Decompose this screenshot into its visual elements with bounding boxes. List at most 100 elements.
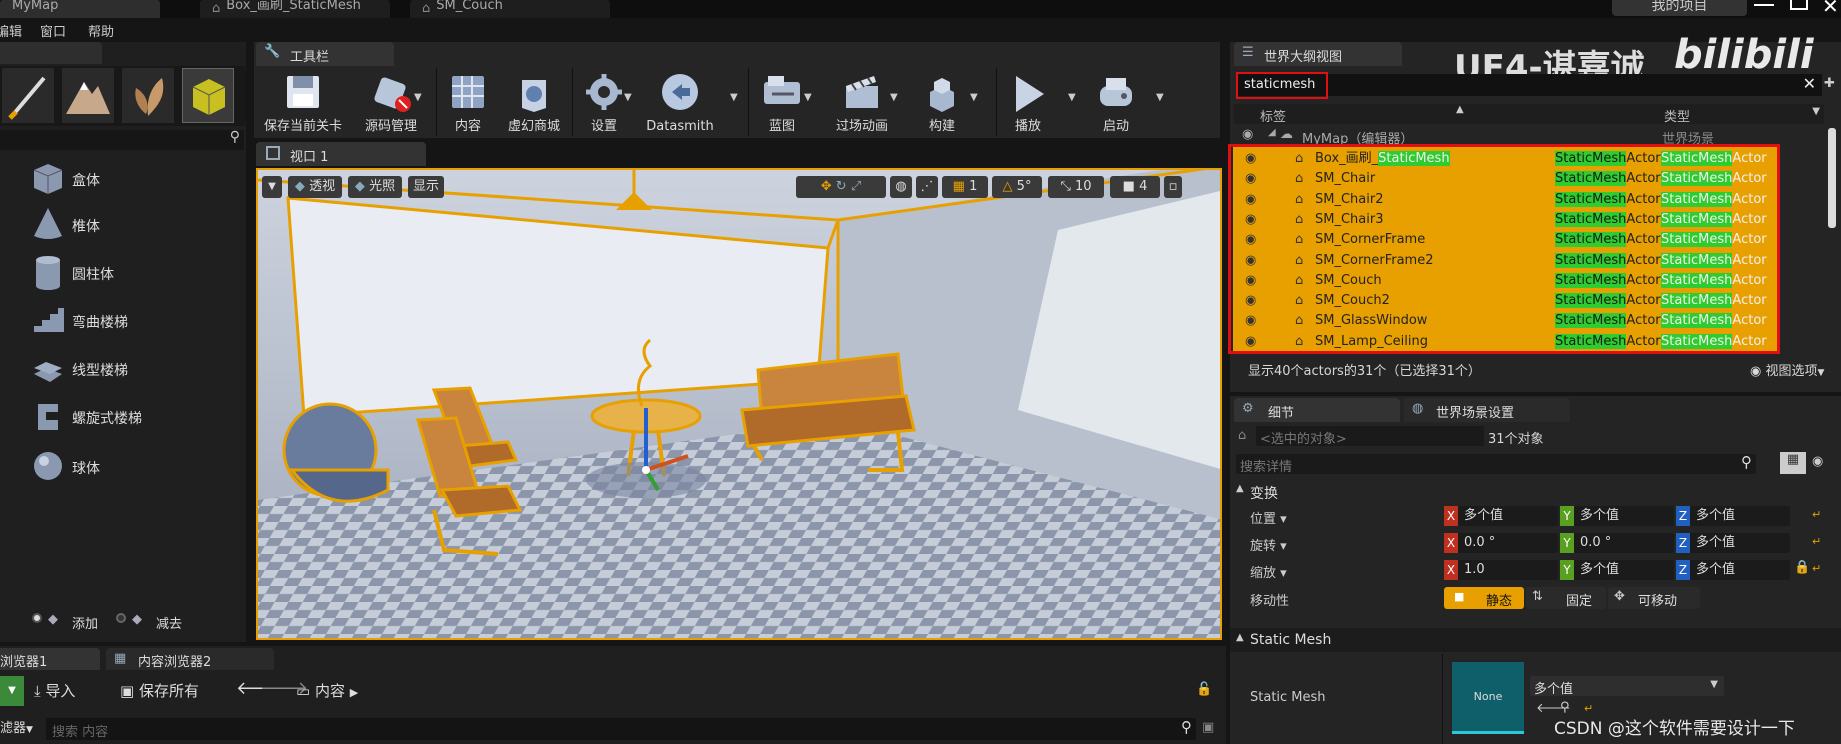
- eye-icon[interactable]: ◉: [1812, 454, 1823, 469]
- rotation-x-field[interactable]: X 0.0 °: [1444, 533, 1558, 553]
- transform-section-header[interactable]: ▲ 变换: [1234, 480, 1834, 502]
- path-breadcrumb[interactable]: ▭ 内容 ▶: [296, 678, 396, 704]
- chevron-down-icon[interactable]: ▼: [890, 92, 898, 103]
- property-matrix-button[interactable]: ▦: [1780, 452, 1806, 474]
- scale-label[interactable]: 缩放 ▾: [1250, 562, 1287, 581]
- menu-edit[interactable]: 编辑: [0, 21, 22, 40]
- import-button[interactable]: ⤓ 导入: [34, 678, 104, 704]
- surface-snap-toggle[interactable]: ⋰: [916, 176, 938, 198]
- world-settings-tab[interactable]: ◍ 世界场景设置: [1404, 398, 1570, 422]
- asset-tab-couch[interactable]: ⌂ SM_Couch: [410, 0, 610, 18]
- content-browser-tab-1[interactable]: 浏览器1: [0, 648, 100, 670]
- minimize-button[interactable]: [1754, 4, 1774, 6]
- show-button[interactable]: 显示: [408, 176, 444, 198]
- selected-object-field[interactable]: <选中的对象>: [1256, 426, 1484, 447]
- play-button[interactable]: 播放: [998, 70, 1058, 136]
- place-item-sphere[interactable]: 球体: [24, 446, 234, 486]
- add-brush-option[interactable]: ◆ 添加: [28, 612, 108, 632]
- scale-snap-button[interactable]: ⤡ 10: [1048, 176, 1104, 198]
- paint-mode-button[interactable]: [2, 68, 54, 123]
- location-label[interactable]: 位置 ▾: [1250, 508, 1287, 527]
- source-control-button[interactable]: 源码管理: [350, 70, 432, 136]
- place-item-box[interactable]: 盒体: [24, 158, 234, 198]
- chevron-down-icon[interactable]: ▼: [1812, 106, 1820, 117]
- settings-button[interactable]: 设置: [574, 70, 634, 136]
- rotation-label[interactable]: 旋转 ▾: [1250, 535, 1287, 554]
- save-search-icon[interactable]: ▣: [1202, 720, 1214, 735]
- rotation-snap-button[interactable]: △ 5°: [992, 176, 1042, 198]
- add-new-button[interactable]: ▼: [0, 676, 24, 706]
- details-search-input[interactable]: 搜索详情 ⚲: [1236, 453, 1756, 475]
- cinematics-button[interactable]: 过场动画: [822, 70, 902, 136]
- scale-x-field[interactable]: X 1.0: [1444, 560, 1558, 580]
- content-search-input[interactable]: 搜索 内容 ⚲: [46, 718, 1196, 740]
- place-item-cone[interactable]: 椎体: [24, 204, 234, 244]
- reset-arrow-icon[interactable]: ↵: [1812, 535, 1821, 548]
- expand-arrow-icon[interactable]: ◢: [1268, 127, 1276, 138]
- viewport-tab[interactable]: 视口 1: [256, 142, 426, 166]
- place-item-curved-stairs[interactable]: 弯曲楼梯: [24, 300, 234, 340]
- landscape-mode-button[interactable]: [62, 68, 114, 123]
- outliner-tab[interactable]: ☰ 世界大纲视图: [1234, 42, 1402, 66]
- place-search-input[interactable]: ⚲: [0, 129, 244, 150]
- chevron-down-icon[interactable]: ▼: [414, 92, 422, 103]
- location-z-field[interactable]: Z 多个值: [1676, 506, 1790, 526]
- launch-button[interactable]: 启动: [1086, 70, 1146, 136]
- mobility-movable-button[interactable]: ✥ 可移动: [1608, 587, 1700, 609]
- save-all-button[interactable]: ▣ 保存所有: [120, 678, 220, 704]
- menu-help[interactable]: 帮助: [88, 21, 114, 40]
- foliage-mode-button[interactable]: [122, 68, 174, 123]
- mobility-static-button[interactable]: ■ 静态: [1444, 587, 1524, 609]
- outliner-root-row[interactable]: ◉ ◢ ☁ MyMap（编辑器） 世界场景: [1234, 126, 1824, 147]
- filters-button[interactable]: 滤器▼: [0, 718, 42, 740]
- grid-snap-button[interactable]: ▦ 1: [942, 176, 988, 198]
- perspective-button[interactable]: ◆ 透视: [288, 176, 342, 198]
- maximize-viewport-button[interactable]: ▫: [1164, 176, 1182, 198]
- content-button[interactable]: 内容: [438, 70, 498, 136]
- viewport[interactable]: ▼ ◆ 透视 ◆ 光照 显示 ✥ ↻ ⤢ ◍ ⋰ ▦ 1 △ 5° ⤡ 10 ■…: [256, 168, 1222, 640]
- content-browser-tab-2[interactable]: ▦ 内容浏览器2: [106, 648, 274, 670]
- save-level-button[interactable]: 保存当前关卡: [258, 70, 348, 136]
- mesh-asset-dropdown[interactable]: 多个值 ▼: [1530, 676, 1724, 697]
- static-mesh-section-header[interactable]: ▲ Static Mesh: [1230, 628, 1841, 652]
- lit-button[interactable]: ◆ 光照: [348, 176, 402, 198]
- subtract-brush-option[interactable]: ◆ 减去: [112, 612, 202, 632]
- lock-icon[interactable]: 🔒: [1794, 560, 1810, 575]
- location-x-field[interactable]: X 多个值: [1444, 506, 1558, 526]
- add-actor-button[interactable]: ✚: [1824, 76, 1835, 91]
- rotation-y-field[interactable]: Y 0.0 °: [1560, 533, 1674, 553]
- view-options-button[interactable]: ◉ 视图选项▼: [1750, 360, 1840, 379]
- place-item-linear-stairs[interactable]: 线型楼梯: [24, 348, 234, 388]
- menu-window[interactable]: 窗口: [40, 21, 66, 40]
- scale-y-field[interactable]: Y 多个值: [1560, 560, 1674, 580]
- blueprints-button[interactable]: 蓝图: [750, 70, 814, 136]
- chevron-down-icon[interactable]: ▼: [804, 92, 812, 103]
- eye-icon[interactable]: ◉: [1242, 127, 1253, 142]
- mobility-stationary-button[interactable]: ⇅ 固定: [1526, 587, 1606, 609]
- scale-icon[interactable]: ⤢: [851, 179, 861, 194]
- mesh-thumbnail[interactable]: None: [1452, 662, 1524, 734]
- move-icon[interactable]: ✥: [821, 179, 832, 194]
- place-item-spiral-stairs[interactable]: 螺旋式楼梯: [24, 396, 234, 436]
- lock-icon[interactable]: 🔓: [1196, 682, 1212, 697]
- type-column-header[interactable]: 类型: [1664, 106, 1690, 125]
- place-item-cylinder[interactable]: 圆柱体: [24, 252, 234, 292]
- label-column-header[interactable]: 标签: [1260, 106, 1286, 125]
- build-button[interactable]: 构建: [912, 70, 972, 136]
- toolbar-tab[interactable]: 🔧 工具栏: [256, 42, 394, 66]
- map-tab[interactable]: MyMap: [0, 0, 160, 18]
- reset-arrow-icon[interactable]: ↵: [1812, 508, 1821, 521]
- viewport-options-button[interactable]: ▼: [262, 176, 282, 198]
- close-icon[interactable]: ✕: [1822, 0, 1839, 18]
- reset-arrow-icon[interactable]: ↵: [1812, 562, 1821, 575]
- rotation-z-field[interactable]: Z 多个值: [1676, 533, 1790, 553]
- marketplace-button[interactable]: 虚幻商城: [500, 70, 568, 136]
- my-projects-button[interactable]: 我的项目: [1612, 0, 1747, 16]
- camera-speed-button[interactable]: ■ 4: [1110, 176, 1160, 198]
- browse-search-icon[interactable]: ⚲: [1560, 700, 1570, 715]
- geometry-mode-button[interactable]: [182, 68, 234, 123]
- outliner-scrollbar[interactable]: [1828, 128, 1836, 228]
- datasmith-button[interactable]: Datasmith: [640, 70, 720, 136]
- chevron-down-icon[interactable]: ▼: [970, 92, 978, 103]
- chevron-down-icon[interactable]: ▼: [730, 92, 738, 103]
